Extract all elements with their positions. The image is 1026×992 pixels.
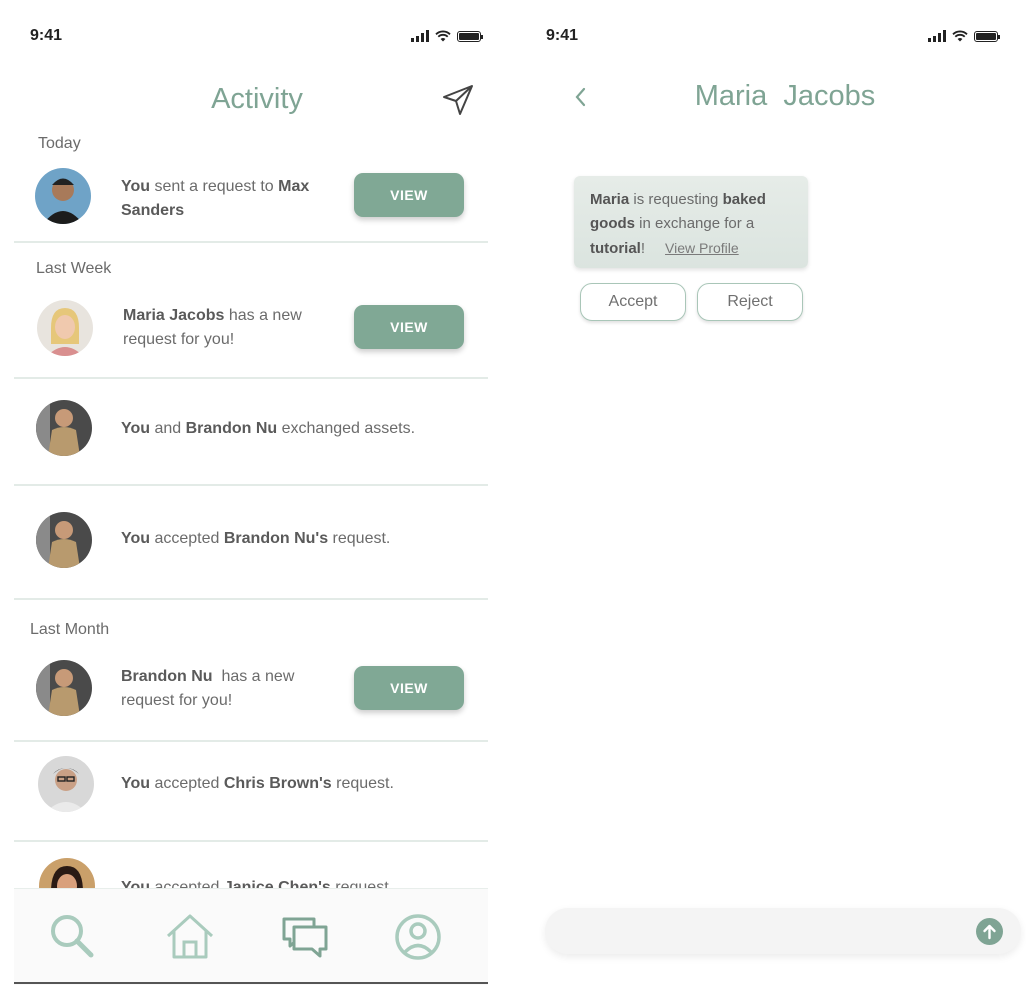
view-button[interactable]: VIEW xyxy=(354,666,464,710)
divider xyxy=(14,377,488,379)
chat-icon[interactable] xyxy=(280,911,332,963)
reject-button[interactable]: Reject xyxy=(697,283,803,321)
status-icons xyxy=(928,30,1000,42)
view-profile-link[interactable]: View Profile xyxy=(665,240,739,256)
wifi-icon xyxy=(435,30,451,42)
avatar xyxy=(37,300,93,356)
battery-icon xyxy=(974,31,1000,42)
accept-button[interactable]: Accept xyxy=(580,283,686,321)
list-item[interactable]: Maria Jacobs has a new request for you! … xyxy=(14,290,488,376)
list-item[interactable]: You accepted Janice Chen's request. xyxy=(14,842,488,888)
divider xyxy=(14,241,488,243)
profile-icon[interactable] xyxy=(392,911,444,963)
page-title: Maria Jacobs xyxy=(694,80,876,112)
list-item[interactable]: Brandon Nu has a new request for you! VI… xyxy=(14,650,488,740)
divider xyxy=(14,598,488,600)
arrow-up-icon xyxy=(983,924,996,940)
section-last-week: Last Week xyxy=(36,260,112,277)
battery-icon xyxy=(457,31,483,42)
view-button[interactable]: VIEW xyxy=(354,173,464,217)
wifi-icon xyxy=(952,30,968,42)
avatar xyxy=(38,756,94,812)
signal-icon xyxy=(928,30,946,42)
message-input[interactable] xyxy=(545,908,1021,954)
status-time: 9:41 xyxy=(30,27,63,44)
home-icon[interactable] xyxy=(164,911,216,963)
view-button[interactable]: VIEW xyxy=(354,305,464,349)
activity-message: You accepted Brandon Nu's request. xyxy=(121,530,391,547)
list-item[interactable]: You accepted Chris Brown's request. xyxy=(14,744,488,840)
search-icon[interactable] xyxy=(46,911,98,963)
activity-message: You sent a request to Max Sanders xyxy=(121,178,310,219)
avatar xyxy=(36,400,92,456)
status-icons xyxy=(411,30,483,42)
home-indicator xyxy=(14,982,488,984)
activity-message: You and Brandon Nu exchanged assets. xyxy=(121,420,416,437)
avatar xyxy=(36,660,92,716)
send-button[interactable] xyxy=(976,918,1003,945)
activity-message: Maria Jacobs has a new request for you! xyxy=(123,307,302,348)
conversation-screen: 9:41 Maria Jacobs Maria is requesting ba… xyxy=(520,0,1026,992)
section-last-month: Last Month xyxy=(30,621,110,638)
section-today: Today xyxy=(38,135,81,152)
status-time: 9:41 xyxy=(546,27,579,44)
divider xyxy=(14,484,488,486)
avatar xyxy=(35,168,91,224)
divider xyxy=(14,740,488,742)
list-item[interactable]: You sent a request to Max Sanders VIEW xyxy=(14,160,488,240)
signal-icon xyxy=(411,30,429,42)
chevron-left-icon[interactable] xyxy=(572,86,590,108)
activity-message: You accepted Chris Brown's request. xyxy=(121,775,394,792)
page-title: Activity xyxy=(211,83,303,115)
avatar xyxy=(36,512,92,568)
request-card: Maria is requesting baked goods in excha… xyxy=(574,176,808,268)
list-item[interactable]: You accepted Brandon Nu's request. xyxy=(14,488,488,598)
activity-screen: 9:41 Activity Today You sent a request t… xyxy=(0,0,505,992)
activity-message: You accepted Janice Chen's request. xyxy=(121,879,394,888)
bottom-nav xyxy=(14,888,488,985)
avatar xyxy=(39,858,95,888)
list-item[interactable]: You and Brandon Nu exchanged assets. xyxy=(14,380,488,484)
activity-message: Brandon Nu has a new request for you! xyxy=(121,668,299,709)
send-icon[interactable] xyxy=(442,84,474,116)
